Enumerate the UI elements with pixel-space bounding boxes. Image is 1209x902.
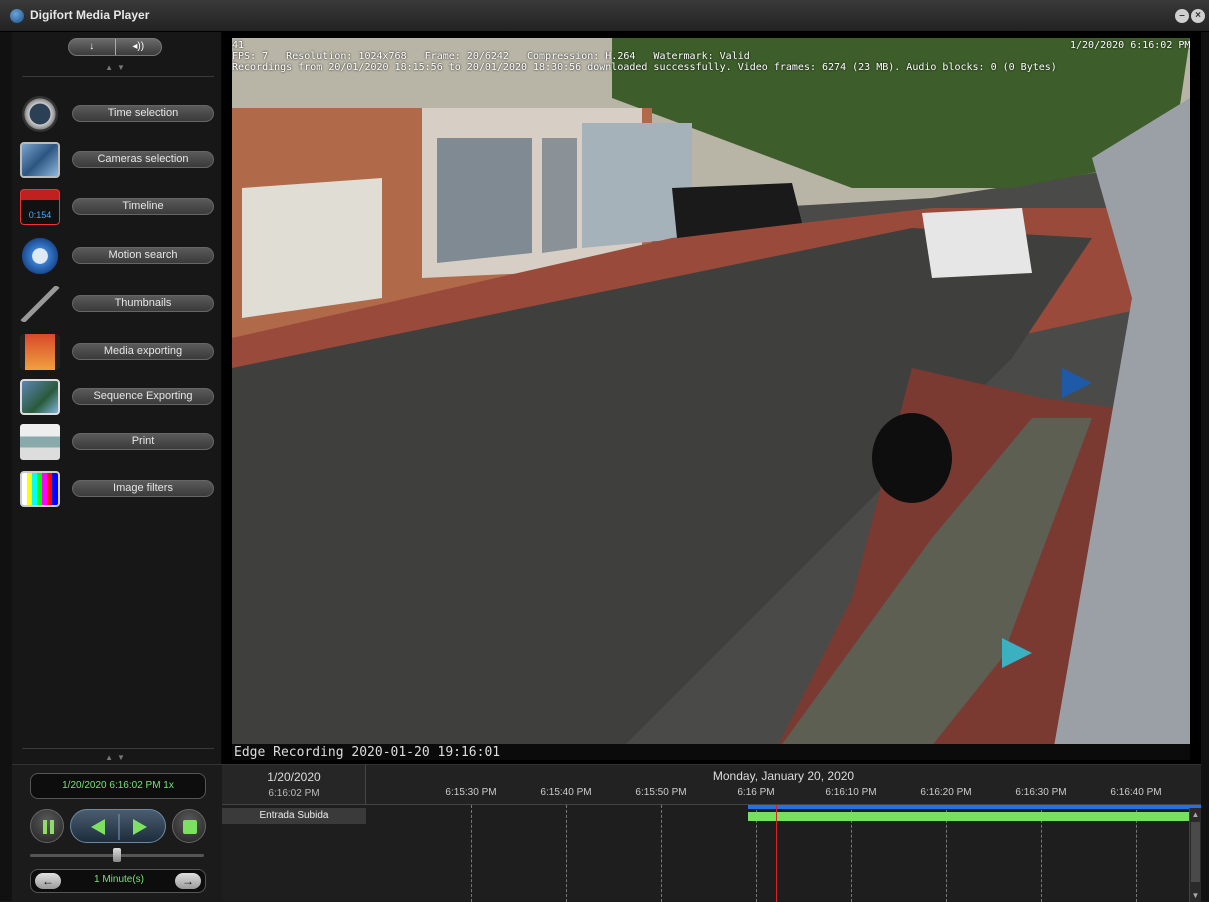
- scroll-up-down-icon[interactable]: ▲▼: [12, 753, 222, 762]
- minimize-button[interactable]: –: [1175, 9, 1189, 23]
- scrollbar-thumb[interactable]: [1191, 822, 1200, 882]
- play-direction-group: [70, 809, 166, 843]
- magnifier-icon: [20, 286, 60, 322]
- film-export-icon: [20, 334, 60, 370]
- timeline-button[interactable]: Timeline: [72, 198, 214, 215]
- divider: [22, 748, 214, 749]
- audio-toggle[interactable]: ↓ ◂)): [68, 38, 162, 56]
- step-forward-button[interactable]: →: [175, 873, 201, 889]
- timeline-tick-label: 6:16:20 PM: [920, 787, 972, 798]
- timeline-track-area[interactable]: [366, 805, 1201, 902]
- menu-item-print[interactable]: Print: [20, 422, 218, 462]
- title-bar: Digifort Media Player – ×: [0, 0, 1209, 32]
- timeline-track-label[interactable]: Entrada Subida: [222, 808, 366, 824]
- timeline-header: Monday, January 20, 2020 6:15:30 PM 6:15:…: [366, 765, 1201, 805]
- microphone-icon[interactable]: ↓: [69, 39, 116, 55]
- step-interval-label: 1 Minute(s): [93, 874, 144, 885]
- scroll-up-icon[interactable]: ▲: [1190, 810, 1201, 819]
- video-viewport[interactable]: 41 FPS: 7 Resolution: 1024x768 Frame: 20…: [222, 32, 1201, 764]
- printer-icon: [20, 424, 60, 460]
- current-time-display: 1/20/2020 6:16:02 PM 1x: [30, 773, 206, 799]
- image-filters-button[interactable]: Image filters: [72, 480, 214, 497]
- scroll-up-down-icon[interactable]: ▲▼: [12, 63, 222, 72]
- window-title: Digifort Media Player: [30, 8, 150, 22]
- menu-item-motion-search[interactable]: Motion search: [20, 236, 218, 276]
- sequence-exporting-button[interactable]: Sequence Exporting: [72, 388, 214, 405]
- timeline-grid-line: [471, 805, 472, 902]
- timeline-grid-line: [661, 805, 662, 902]
- stop-icon: [183, 820, 197, 834]
- cameras-selection-button[interactable]: Cameras selection: [72, 151, 214, 168]
- play-forward-button[interactable]: [119, 810, 167, 844]
- app-logo-icon: [10, 9, 24, 23]
- speed-slider-thumb[interactable]: [113, 848, 121, 862]
- motion-search-button[interactable]: Motion search: [72, 247, 214, 264]
- menu-item-media-exporting[interactable]: Media exporting: [20, 332, 218, 372]
- divider: [22, 76, 214, 77]
- timeline-tick-label: 6:16:40 PM: [1110, 787, 1162, 798]
- pause-icon: [43, 820, 54, 834]
- color-bars-icon: [20, 471, 60, 507]
- timeline-tick-label: 6:15:40 PM: [540, 787, 592, 798]
- osd-camera-id: 41: [232, 40, 245, 51]
- play-backward-button[interactable]: [71, 810, 119, 844]
- close-button[interactable]: ×: [1191, 9, 1205, 23]
- loaded-range-bar: [748, 805, 1201, 809]
- timeline-current-datetime: 1/20/2020 6:16:02 PM: [222, 765, 366, 805]
- timeline-tick-label: 6:15:50 PM: [635, 787, 687, 798]
- timeline-time: 6:16:02 PM: [268, 788, 320, 799]
- timeline-tick-label: 6:15:30 PM: [445, 787, 497, 798]
- timeline-tick-label: 6:16:30 PM: [1015, 787, 1067, 798]
- timeline-tick-label: 6:16:10 PM: [825, 787, 877, 798]
- menu-item-thumbnails[interactable]: Thumbnails: [20, 284, 218, 324]
- timeline-scrollbar[interactable]: ▲ ▼: [1189, 808, 1201, 902]
- menu-item-cameras-selection[interactable]: Cameras selection: [20, 140, 218, 180]
- osd-timestamp: 1/20/2020 6:16:02 PM: [1070, 40, 1190, 51]
- step-back-button[interactable]: ←: [35, 873, 61, 889]
- osd-stream-info: FPS: 7 Resolution: 1024x768 Frame: 20/62…: [232, 51, 750, 62]
- sidebar: ↓ ◂)) ▲▼ Time selection Cameras selectio…: [12, 32, 222, 764]
- menu-item-timeline[interactable]: 0:154 Timeline: [20, 187, 218, 227]
- camera-grid-icon: [20, 142, 60, 178]
- recording-range-bar[interactable]: [748, 812, 1189, 821]
- time-selection-button[interactable]: Time selection: [72, 105, 214, 122]
- menu-item-time-selection[interactable]: Time selection: [20, 94, 218, 134]
- step-interval-control: ← 1 Minute(s) →: [30, 869, 206, 893]
- timeline-panel: 1/20/2020 6:16:02 PM Monday, January 20,…: [222, 764, 1201, 902]
- street-scene-image: [232, 38, 1190, 758]
- menu-item-sequence-exporting[interactable]: Sequence Exporting: [20, 377, 218, 417]
- timeline-day-label: Monday, January 20, 2020: [712, 769, 855, 783]
- edge-recording-caption: Edge Recording 2020-01-20 19:16:01: [234, 745, 501, 760]
- playback-controls: 1/20/2020 6:16:02 PM 1x ← 1 Minute(s) →: [12, 764, 222, 901]
- thumbnails-button[interactable]: Thumbnails: [72, 295, 214, 312]
- camera-frame: 41 FPS: 7 Resolution: 1024x768 Frame: 20…: [232, 38, 1190, 758]
- clock-icon: [22, 96, 58, 132]
- timeline-tick-label: 6:16 PM: [737, 787, 775, 798]
- timeline-grid-line: [566, 805, 567, 902]
- motion-search-icon: [22, 238, 58, 274]
- playhead-cursor[interactable]: [776, 805, 777, 902]
- timeline-icon: 0:154: [20, 189, 60, 225]
- menu-item-image-filters[interactable]: Image filters: [20, 469, 218, 509]
- stop-button[interactable]: [172, 809, 206, 843]
- scroll-down-icon[interactable]: ▼: [1190, 891, 1201, 900]
- pause-button[interactable]: [30, 809, 64, 843]
- sequence-export-icon: [20, 379, 60, 415]
- media-player-window: Digifort Media Player – × ↓ ◂)) ▲▼ Time …: [0, 0, 1209, 902]
- speaker-icon[interactable]: ◂)): [116, 39, 162, 55]
- osd-download-status: Recordings from 20/01/2020 18:15:56 to 2…: [232, 62, 1057, 73]
- edge-caption-bar: Edge Recording 2020-01-20 19:16:01: [232, 744, 1190, 760]
- timeline-date: 1/20/2020: [267, 770, 321, 784]
- media-exporting-button[interactable]: Media exporting: [72, 343, 214, 360]
- print-button[interactable]: Print: [72, 433, 214, 450]
